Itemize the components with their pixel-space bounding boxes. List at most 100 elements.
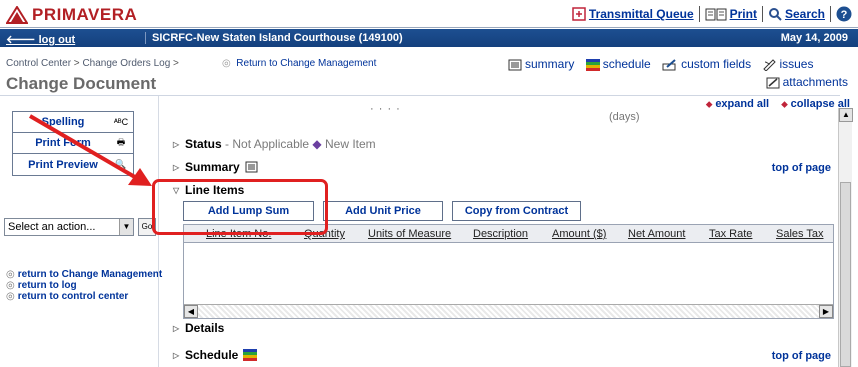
spellcheck-icon: ᴬᴮC (113, 117, 129, 127)
action-select[interactable]: Select an action... ▼ (4, 218, 134, 236)
brand-name: PRIMAVERA (32, 5, 138, 24)
col-net-amount[interactable]: Net Amount (628, 228, 685, 240)
tool-panel: Spelling ᴬᴮC Print Form 🖶 Print Preview … (12, 111, 134, 176)
chevron-right-icon: ▷ (173, 139, 180, 149)
scrollbar-thumb[interactable] (840, 182, 851, 367)
chevron-right-icon: ▷ (173, 323, 180, 333)
chevron-right-icon: ▷ (173, 350, 180, 360)
breadcrumb: Control Center > Change Orders Log > (6, 58, 179, 69)
section-schedule[interactable]: ▷ Schedule (173, 348, 258, 362)
col-tax-rate[interactable]: Tax Rate (709, 228, 752, 240)
logout-link[interactable]: 🡐 log out (6, 32, 75, 46)
primavera-logo: PRIMAVERA (6, 5, 137, 25)
spelling-label: Spelling (41, 116, 85, 128)
schedule-icon (585, 58, 600, 71)
summary-icon (508, 59, 522, 71)
details-label: Details (185, 321, 225, 335)
col-units-of-measure[interactable]: Units of Measure (368, 228, 451, 240)
custom-fields-icon (662, 59, 676, 71)
chevron-right-icon: ▷ (173, 162, 180, 172)
col-sales-tax[interactable]: Sales Tax (776, 228, 824, 240)
attachment-icon (766, 77, 780, 89)
scroll-left-icon[interactable]: ◀ (184, 305, 198, 318)
current-date: May 14, 2009 (780, 32, 848, 44)
expand-icon: ⬥ (706, 99, 713, 109)
print-preview-label: Print Preview (28, 158, 98, 171)
section-details[interactable]: ▷ Details (173, 321, 224, 335)
expand-all-link[interactable]: expand all (715, 98, 769, 110)
project-name: SICRFC-New Staten Island Courthouse (149… (145, 32, 403, 44)
print-form-button[interactable]: Print Form 🖶 (13, 133, 133, 154)
divider (761, 6, 763, 22)
transmittal-icon (572, 7, 586, 21)
add-unit-price-button[interactable]: Add Unit Price (323, 201, 443, 221)
bullet-icon: ◎ (6, 291, 15, 302)
horizontal-scrollbar[interactable]: ◀ ▶ (184, 304, 833, 318)
copy-from-contract-button[interactable]: Copy from Contract (452, 201, 581, 221)
schedule-icon (243, 349, 258, 361)
bullet-icon: ◎ (6, 280, 15, 291)
breadcrumb-control-center[interactable]: Control Center (6, 58, 71, 69)
col-amount[interactable]: Amount ($) (552, 228, 606, 240)
line-items-table: Line Item No. Quantity Units of Measure … (183, 224, 834, 319)
status-value: Not Applicable (232, 137, 310, 151)
issues-link[interactable]: issues (779, 57, 813, 71)
chevron-down-icon[interactable]: ▼ (119, 219, 133, 235)
custom-fields-link[interactable]: custom fields (681, 57, 751, 71)
bullet-icon: ◎ (6, 269, 15, 280)
preview-icon: 🔍 (115, 159, 127, 169)
print-form-label: Print Form (35, 137, 91, 149)
logo-icon (6, 6, 28, 24)
return-to-change-management[interactable]: ◎ Return to Change Management (222, 58, 376, 69)
breadcrumb-separator: > (71, 58, 83, 69)
scroll-up-icon[interactable]: ▲ (839, 108, 853, 122)
help-icon[interactable]: ? (836, 6, 852, 22)
status-label: Status (185, 137, 222, 151)
breadcrumb-change-orders-log[interactable]: Change Orders Log (82, 58, 170, 69)
top-of-page-link[interactable]: top of page (772, 350, 831, 362)
section-status[interactable]: ▷ Status - Not Applicable ◆ New Item (173, 137, 376, 151)
return-to-change-management-link[interactable]: return to Change Management (18, 269, 162, 280)
divider (698, 6, 700, 22)
transmittal-queue-link[interactable]: Transmittal Queue (589, 7, 694, 21)
issues-icon (763, 59, 777, 71)
view-links: summary schedule custom fields issues (508, 57, 821, 71)
attachments[interactable]: attachments (766, 75, 848, 89)
days-label: (days) (609, 111, 640, 123)
top-of-page-link[interactable]: top of page (772, 162, 831, 174)
action-select-value: Select an action... (8, 221, 96, 233)
page-title: Change Document (6, 74, 157, 93)
header-links: Transmittal Queue Print Search ? (572, 6, 852, 22)
breadcrumb-separator: > (170, 58, 179, 69)
print-preview-button[interactable]: Print Preview 🔍 (13, 154, 133, 175)
highlight-callout (152, 179, 328, 235)
main-scrollbar[interactable]: ▲ (838, 108, 853, 367)
logout-label: log out (38, 34, 76, 46)
return-label[interactable]: Return to Change Management (236, 58, 376, 69)
print-icon (705, 8, 727, 21)
schedule-section-label: Schedule (185, 348, 239, 362)
status-extra: New Item (324, 137, 376, 151)
return-to-log-link[interactable]: return to log (18, 280, 77, 291)
summary-section-label: Summary (185, 160, 240, 174)
collapse-icon: ⬥ (781, 99, 788, 109)
expand-collapse: ⬥ expand all ⬥ collapse all (706, 98, 850, 110)
printer-icon: 🖶 (116, 137, 126, 147)
schedule-link[interactable]: schedule (603, 57, 651, 71)
search-icon (768, 8, 782, 21)
truncated-text: · · · · (370, 103, 401, 115)
summary-icon (245, 161, 258, 173)
spelling-button[interactable]: Spelling ᴬᴮC (13, 112, 133, 133)
attachments-link[interactable]: attachments (783, 75, 848, 89)
search-link[interactable]: Search (785, 7, 825, 21)
section-summary[interactable]: ▷ Summary (173, 160, 258, 174)
svg-text:?: ? (841, 9, 848, 21)
top-header: PRIMAVERA Transmittal Queue Print Search… (0, 0, 858, 28)
divider (830, 6, 831, 22)
col-description[interactable]: Description (473, 228, 528, 240)
print-link[interactable]: Print (730, 7, 757, 21)
header-divider (0, 95, 840, 96)
scroll-right-icon[interactable]: ▶ (819, 305, 833, 318)
summary-link[interactable]: summary (525, 57, 574, 71)
return-to-control-center-link[interactable]: return to control center (18, 291, 129, 302)
